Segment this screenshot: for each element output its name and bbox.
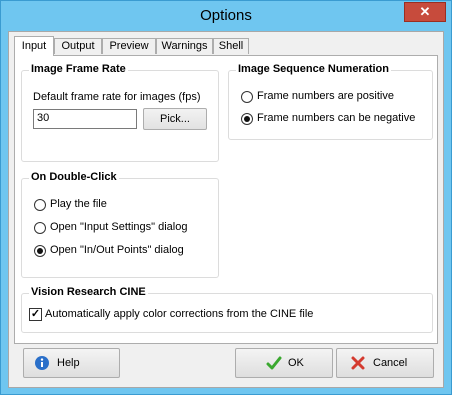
radio-negative-label[interactable]: Frame numbers can be negative [257,112,415,124]
sequence-group-title: Image Sequence Numeration [236,63,391,75]
radio-play-file[interactable] [34,199,46,211]
tab-output[interactable]: Output [54,38,102,54]
radio-positive-label[interactable]: Frame numbers are positive [257,90,394,102]
frame-rate-group-title: Image Frame Rate [29,63,128,75]
cancel-button[interactable]: Cancel [336,348,434,378]
tab-shell[interactable]: Shell [213,38,249,54]
window-title: Options [200,7,252,24]
radio-inout-points[interactable] [34,245,46,257]
frame-rate-label: Default frame rate for images (fps) [33,91,201,103]
radio-positive[interactable] [241,91,253,103]
double-click-group: On Double-Click Play the file Open "Inpu… [21,171,219,278]
ok-button[interactable]: OK [235,348,333,378]
radio-input-settings-label[interactable]: Open "Input Settings" dialog [50,221,187,233]
cine-group-title: Vision Research CINE [29,286,148,298]
help-icon [35,356,49,370]
title-bar[interactable]: Options ✕ [1,1,451,31]
cancel-button-label: Cancel [373,357,408,369]
pick-button[interactable]: Pick... [143,108,207,130]
radio-play-file-label[interactable]: Play the file [50,198,107,210]
double-click-group-title: On Double-Click [29,171,119,183]
options-dialog: Options ✕ Input Output Preview Warnings … [0,0,452,395]
tab-warnings[interactable]: Warnings [156,38,213,54]
radio-negative[interactable] [241,113,253,125]
radio-inout-points-label[interactable]: Open "In/Out Points" dialog [50,244,184,256]
checkmark-icon [266,356,282,370]
radio-input-settings[interactable] [34,222,46,234]
tab-input[interactable]: Input [14,36,54,56]
close-button[interactable]: ✕ [404,2,446,22]
help-button[interactable]: Help [23,348,120,378]
sequence-numeration-group: Image Sequence Numeration Frame numbers … [228,63,433,140]
cine-checkbox[interactable]: ✓ [29,308,42,321]
tab-preview[interactable]: Preview [102,38,156,54]
cine-group: Vision Research CINE ✓ Automatically app… [21,286,433,333]
cancel-x-icon [351,356,365,370]
input-tab-panel: Image Frame Rate Default frame rate for … [14,55,438,344]
frame-rate-group: Image Frame Rate Default frame rate for … [21,63,219,162]
help-button-label: Help [57,357,80,369]
frame-rate-input[interactable]: 30 [33,109,137,129]
ok-button-label: OK [288,357,304,369]
dialog-client-area: Input Output Preview Warnings Shell Imag… [8,31,444,388]
cine-checkbox-label[interactable]: Automatically apply color corrections fr… [45,308,313,320]
